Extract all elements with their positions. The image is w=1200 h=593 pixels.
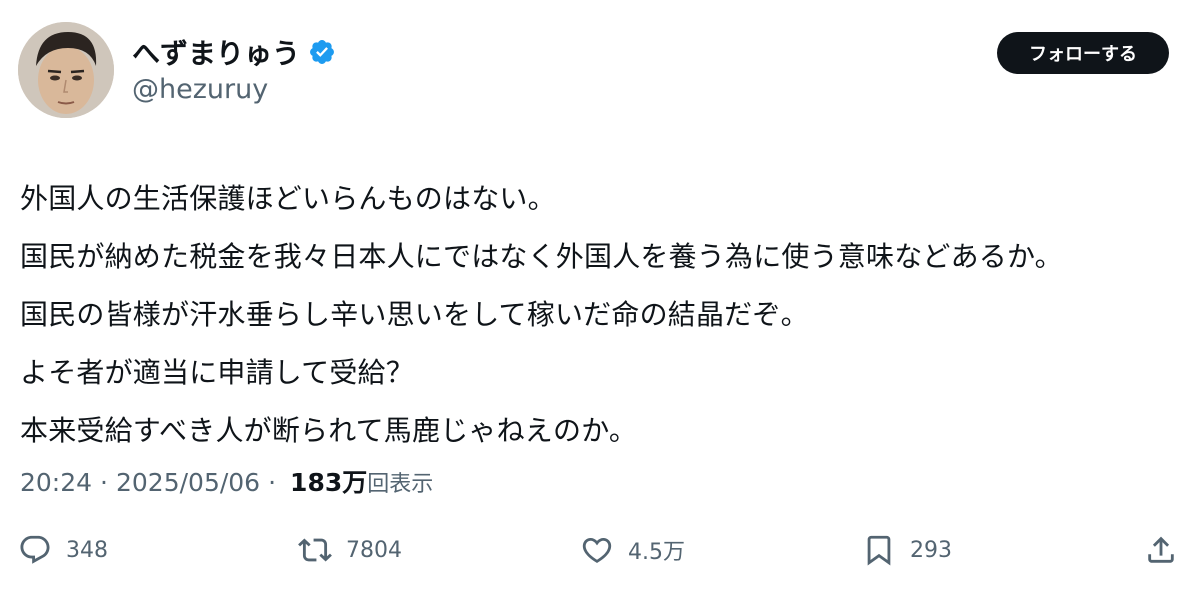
retweet-button[interactable]: 7804 [298, 528, 402, 572]
tweet-text: 外国人の生活保護ほどいらんものはない。 国民が納めた税金を我々日本人にではなく外… [20, 170, 1190, 460]
views-label: 回表示 [367, 472, 434, 497]
tweet-line: 外国人の生活保護ほどいらんものはない。 [20, 182, 556, 215]
bookmark-button[interactable]: 293 [862, 528, 952, 572]
like-button[interactable]: 4.5万 [580, 528, 685, 572]
bookmark-icon [862, 533, 896, 567]
tweet-date[interactable]: 2025/05/06 [116, 468, 260, 497]
tweet-time[interactable]: 20:24 [20, 468, 92, 497]
author-display-name-row[interactable]: へずまりゅう [132, 32, 336, 72]
like-count: 4.5万 [628, 540, 685, 565]
bookmark-count: 293 [910, 537, 952, 563]
views-count: 183万 [290, 468, 368, 497]
author-handle[interactable]: @hezuruy [132, 74, 268, 105]
reply-button[interactable]: 348 [18, 528, 108, 572]
tweet-line: 本来受給すべき人が断られて馬鹿じゃねえのか。 [20, 414, 638, 447]
avatar-image [18, 22, 114, 118]
reply-count: 348 [66, 537, 108, 563]
follow-button[interactable]: フォローする [997, 32, 1169, 74]
tweet-card: へずまりゅう @hezuruy フォローする 外国人の生活保護ほどいらんものはな… [0, 0, 1200, 593]
retweet-count: 7804 [346, 537, 402, 563]
meta-separator: · [100, 468, 108, 497]
tweet-meta: 20:24 · 2025/05/06 · 183万 回表示 [20, 463, 433, 499]
avatar[interactable] [18, 22, 114, 118]
tweet-actions-bar: 348 7804 4.5万 293 [0, 528, 1200, 572]
meta-separator: · [268, 468, 277, 497]
heart-icon [580, 533, 614, 567]
share-button[interactable] [1144, 528, 1178, 572]
share-icon [1144, 533, 1178, 567]
author-display-name[interactable]: へずまりゅう [132, 32, 300, 72]
retweet-icon [298, 533, 332, 567]
tweet-line: 国民が納めた税金を我々日本人にではなく外国人を養う為に使う意味などあるか。 [20, 240, 1063, 273]
tweet-line: よそ者が適当に申請して受給？ [20, 356, 414, 389]
reply-icon [18, 533, 52, 567]
tweet-line: 国民の皆様が汗水垂らし辛い思いをして稼いだ命の結晶だぞ。 [20, 298, 809, 331]
verified-badge-icon [308, 38, 336, 66]
